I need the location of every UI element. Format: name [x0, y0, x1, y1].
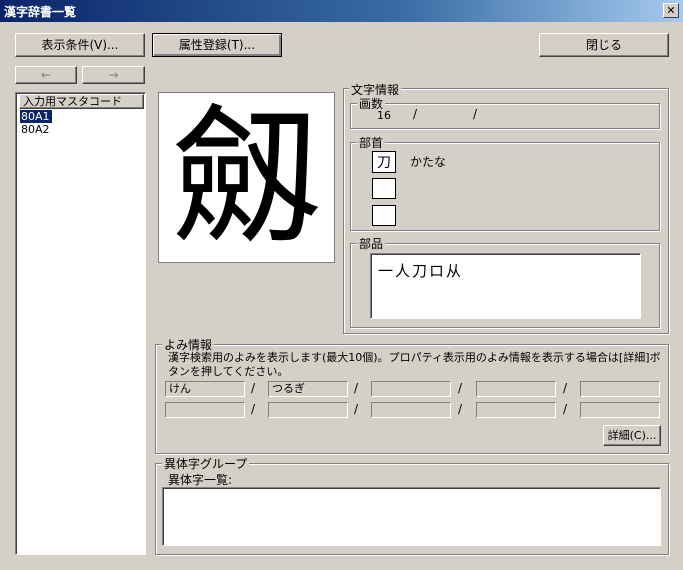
reading-field[interactable] [165, 402, 245, 418]
reading-description: 漢字検索用のよみを表示します(最大10個)。プロパティ表示用のよみ情報を表示する… [168, 351, 661, 378]
reading-field[interactable] [371, 381, 451, 397]
master-code-list[interactable]: 入力用マスタコード 80A1 80A2 [15, 92, 146, 555]
parts-box: 一人刀ロ从 [370, 253, 641, 319]
preview-glyph: 劔 [171, 92, 322, 263]
attribute-register-button[interactable]: 属性登録(T)... [152, 33, 282, 57]
prev-arrow-button[interactable]: ← [15, 66, 77, 84]
list-header[interactable]: 入力用マスタコード [19, 94, 144, 109]
radical-glyph-box: 刀 [372, 151, 396, 173]
reading-field[interactable] [476, 381, 556, 397]
reading-separator: / [458, 402, 463, 416]
list-item[interactable]: 80A2 [20, 123, 80, 136]
reading-separator: / [563, 381, 568, 395]
glyph-preview: 劔 [158, 92, 335, 263]
reading-separator: / [458, 381, 463, 395]
radical-label: 部首 [357, 134, 386, 151]
strokes-separator: / [413, 107, 418, 121]
strokes-value: 16 [377, 109, 391, 122]
reading-separator: / [354, 381, 359, 395]
display-conditions-button[interactable]: 表示条件(V)... [15, 33, 145, 57]
strokes-group [350, 103, 660, 129]
radical-group [350, 142, 660, 231]
reading-field[interactable] [580, 402, 660, 418]
close-button[interactable]: 閉じる [539, 33, 669, 57]
parts-label: 部品 [357, 235, 386, 252]
reading-field[interactable] [268, 402, 348, 418]
reading-separator: / [563, 402, 568, 416]
variant-list[interactable] [162, 487, 661, 546]
reading-field[interactable] [580, 381, 660, 397]
strokes-separator: / [473, 107, 478, 121]
list-item-selected[interactable]: 80A1 [19, 109, 53, 124]
title-bar: 漢字辞書一覧 ✕ [0, 0, 683, 22]
next-arrow-button[interactable]: → [82, 66, 145, 84]
close-icon[interactable]: ✕ [663, 3, 679, 18]
reading-field[interactable] [476, 402, 556, 418]
radical-glyph-box [372, 178, 396, 199]
reading-field[interactable] [371, 402, 451, 418]
reading-separator: / [251, 402, 256, 416]
reading-separator: / [251, 381, 256, 395]
radical-glyph-box [372, 205, 396, 226]
reading-field[interactable]: けん [165, 381, 245, 397]
variant-list-label: 異体字一覧: [168, 473, 233, 487]
window-title: 漢字辞書一覧 [4, 5, 77, 19]
reading-separator: / [354, 402, 359, 416]
variant-label: 異体字グループ [162, 455, 250, 472]
radical-reading: かたな [410, 155, 447, 169]
detail-button[interactable]: 詳細(C)... [603, 425, 661, 446]
reading-field[interactable]: つるぎ [268, 381, 348, 397]
